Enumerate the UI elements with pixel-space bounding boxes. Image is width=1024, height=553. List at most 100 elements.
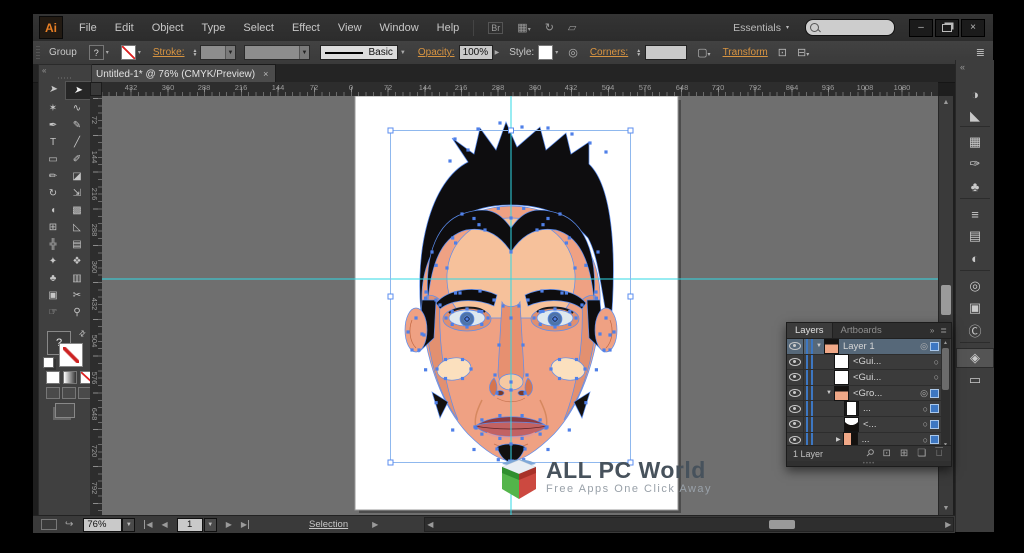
swap-fill-stroke-icon[interactable]: ⇄ [77, 328, 88, 339]
selection-indicator[interactable] [930, 435, 939, 444]
gradient-tool[interactable]: ▤ [65, 236, 89, 253]
target-icon[interactable]: ○ [934, 357, 941, 367]
close-button[interactable]: × [961, 19, 985, 37]
layer-row[interactable]: ▼ Layer 1 ◎ [787, 339, 941, 355]
document-tab[interactable]: Untitled-1* @ 76% (CMYK/Preview) × [88, 64, 276, 83]
stroke-color-swatch[interactable] [59, 343, 83, 367]
expand-triangle-icon[interactable]: ▼ [826, 390, 832, 396]
hand-tool[interactable]: ☞ [41, 304, 65, 321]
opacity-link[interactable]: Opacity: [418, 47, 455, 58]
visibility-cell[interactable] [787, 339, 804, 354]
fill-swatch[interactable]: ? [89, 45, 104, 60]
selection-indicator[interactable] [930, 420, 939, 429]
new-sublayer-icon[interactable]: ⊞ [900, 448, 908, 459]
eraser-tool[interactable]: ◪ [65, 168, 89, 185]
artboards-panel-icon[interactable]: ▭ [956, 370, 994, 390]
appearance-panel-icon[interactable]: ◎ [956, 276, 994, 296]
layer-row[interactable]: ▼ <Gro... ◎ [787, 386, 941, 402]
scroll-down-icon[interactable]: ▼ [939, 502, 953, 515]
scroll-up-icon[interactable]: ▲ [941, 339, 950, 347]
magic-wand-tool[interactable]: ✶ [41, 100, 65, 117]
layer-row[interactable]: <... ○ [787, 417, 941, 433]
scale-tool[interactable]: ⇲ [65, 185, 89, 202]
direct-selection-tool[interactable]: ➤ [65, 81, 91, 100]
locate-object-icon[interactable]: ⚲ [863, 447, 876, 460]
target-icon[interactable]: ○ [923, 435, 930, 445]
menu-type[interactable]: Type [202, 22, 226, 34]
expand-triangle-icon[interactable]: ▼ [816, 343, 822, 349]
zoom-tool[interactable]: ⚲ [65, 304, 89, 321]
type-tool[interactable]: T [41, 134, 65, 151]
layer-thumbnail[interactable] [824, 339, 839, 354]
chevron-down-icon[interactable]: ▼ [400, 50, 406, 56]
color-panel-icon[interactable]: ◑ [956, 84, 994, 104]
arrange-documents-icon[interactable]: ▦▾ [517, 21, 530, 34]
shape-builder-tool[interactable]: ⊞ [41, 219, 65, 236]
workspace-switcher[interactable]: Essentials ▾ [733, 22, 789, 34]
layer-name[interactable]: <Gui... [853, 356, 881, 367]
column-graph-tool[interactable]: ▥ [65, 270, 89, 287]
zoom-dropdown-icon[interactable]: ▼ [122, 518, 135, 532]
horizontal-ruler[interactable]: 432 360 288 216 144 72 0 72 144 216 288 … [90, 82, 938, 97]
panel-grip[interactable] [36, 46, 40, 60]
layer-thumbnail[interactable] [844, 401, 859, 416]
variable-width-profile-dropdown[interactable]: ▼ [244, 45, 310, 60]
scroll-right-icon[interactable]: ▶ [945, 520, 951, 529]
lasso-tool[interactable]: ∿ [65, 100, 89, 117]
horizontal-scroll-thumb[interactable] [769, 520, 795, 529]
brush-definition-dropdown[interactable]: Basic [320, 45, 397, 60]
layer-name[interactable]: <... [863, 419, 876, 430]
paintbrush-tool[interactable]: ✐ [65, 151, 89, 168]
visibility-cell[interactable] [787, 386, 804, 401]
make-clipping-mask-icon[interactable]: ⊡ [882, 448, 890, 459]
artboard-nav-icon[interactable] [41, 519, 57, 530]
color-mode-button[interactable] [46, 371, 60, 384]
pencil-tool[interactable]: ✏ [41, 168, 65, 185]
menu-window[interactable]: Window [380, 22, 419, 34]
graphic-styles-panel-icon[interactable]: ▣ [956, 298, 994, 318]
perspective-grid-tool[interactable]: ◺ [65, 219, 89, 236]
vertical-scroll-thumb[interactable] [941, 285, 951, 315]
transform-link[interactable]: Transform [723, 47, 768, 58]
target-icon[interactable]: ○ [923, 419, 930, 429]
draw-behind-button[interactable] [62, 387, 76, 399]
visibility-cell[interactable] [787, 401, 804, 416]
zoom-level-field[interactable]: 76% [83, 518, 122, 532]
menu-object[interactable]: Object [152, 22, 184, 34]
stroke-link[interactable]: Stroke: [153, 47, 185, 58]
target-icon[interactable]: ○ [934, 372, 941, 382]
corners-field[interactable] [645, 45, 687, 60]
artboard-number-field[interactable]: 1 [177, 518, 203, 532]
first-artboard-button[interactable]: ◀ [144, 520, 152, 529]
stroke-swatch[interactable] [121, 45, 136, 60]
selection-indicator[interactable] [930, 404, 939, 413]
layer-thumbnail[interactable] [834, 370, 849, 385]
chevron-down-icon[interactable]: ▾ [106, 49, 109, 56]
style-swatch[interactable] [538, 45, 553, 60]
previous-artboard-button[interactable]: ◀ [162, 520, 168, 529]
menu-edit[interactable]: Edit [115, 22, 134, 34]
shape-options-icon[interactable]: ▢▾ [697, 46, 710, 59]
horizontal-scrollbar[interactable]: ◀ ▶ [424, 517, 954, 532]
dock-collapse-icon[interactable]: « [960, 62, 965, 72]
tab-layers[interactable]: Layers [787, 323, 833, 338]
new-layer-icon[interactable]: ❏ [917, 448, 926, 459]
opacity-field[interactable]: 100% [459, 45, 493, 60]
layer-thumbnail[interactable] [844, 417, 859, 432]
tab-close-icon[interactable]: × [263, 69, 268, 79]
delete-layer-icon[interactable]: ⊔ [935, 448, 943, 459]
expand-triangle-icon[interactable]: ▶ [836, 436, 841, 443]
rectangle-tool[interactable]: ▭ [41, 151, 65, 168]
ruler-origin-corner[interactable] [90, 82, 102, 96]
symbols-panel-icon[interactable]: ♣ [956, 176, 994, 196]
stroke-panel-icon[interactable]: ≡ [956, 204, 994, 224]
selection-indicator[interactable] [930, 342, 939, 351]
visibility-cell[interactable] [787, 355, 804, 370]
menu-effect[interactable]: Effect [292, 22, 320, 34]
layers-scroll-thumb[interactable] [942, 348, 949, 390]
align-options-icon[interactable]: ⊡ [778, 46, 787, 59]
corners-stepper[interactable]: ▲▼ [636, 49, 641, 57]
stroke-weight-stepper[interactable]: ▲▼ [193, 49, 198, 57]
expand-panel-icon[interactable]: » [930, 326, 934, 335]
status-options-icon[interactable]: ▶ [372, 520, 378, 529]
